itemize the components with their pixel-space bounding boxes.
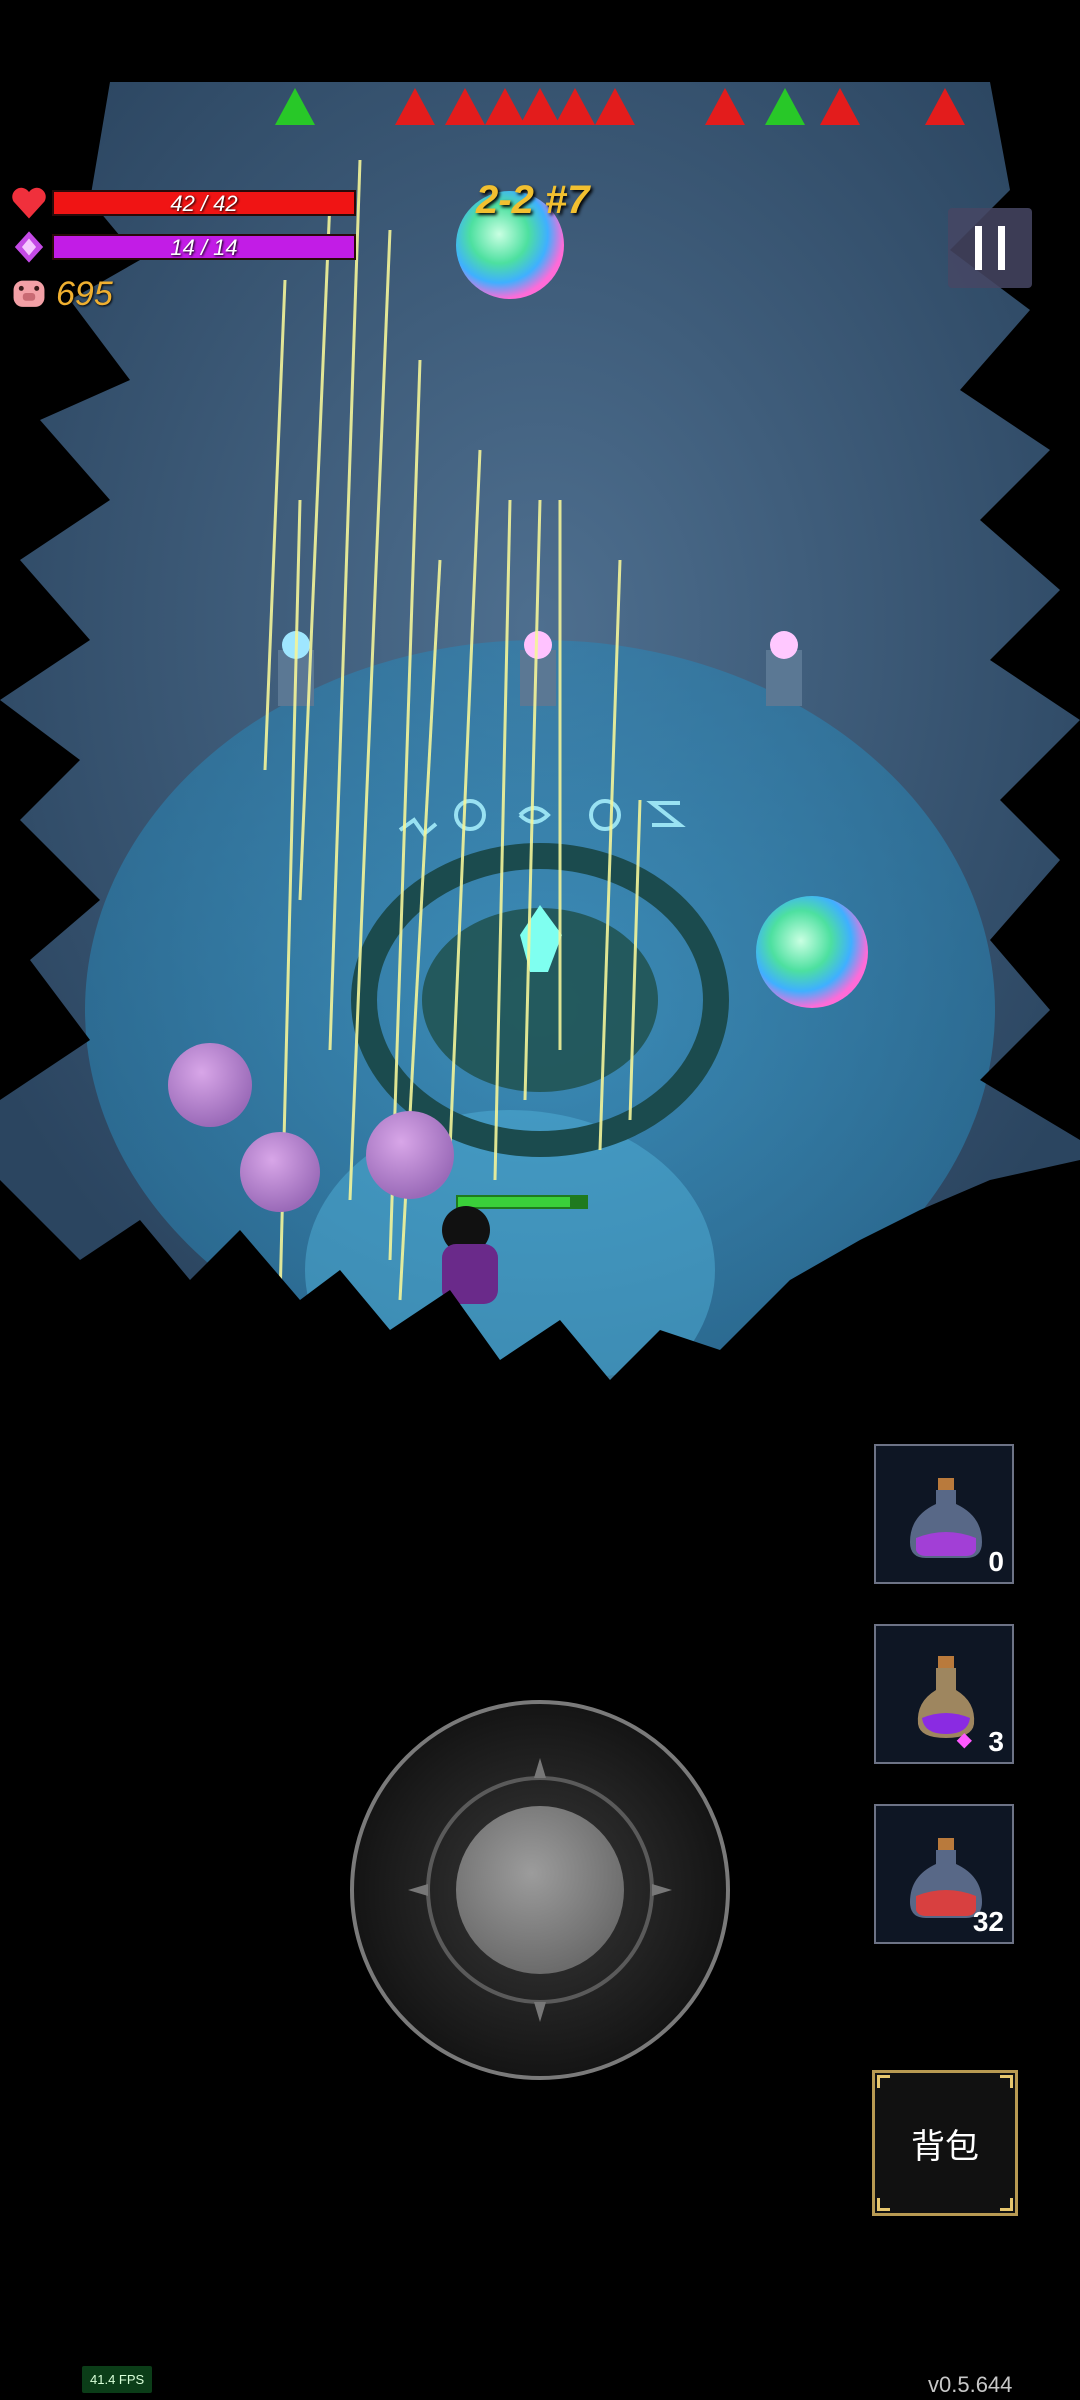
pause-icon-right-bar [998, 226, 1005, 270]
stage-label: 2-2 #7 [476, 178, 590, 222]
pause-button[interactable] [948, 208, 1032, 288]
bag-button[interactable]: 背包 [872, 2070, 1018, 2216]
quick-slot-gem-potion[interactable]: ◆ 3 [874, 1624, 1014, 1764]
heart-icon [12, 187, 46, 219]
health-text: 42 / 42 [170, 191, 238, 216]
bag-button-corner [1000, 2075, 1013, 2088]
coin-count: 695 [56, 275, 113, 313]
mana-bar: 14 / 14 [52, 234, 356, 260]
joystick-knob[interactable] [456, 1806, 624, 1974]
quick-slot-count: 32 [972, 1906, 1004, 1937]
version-label: v0.5.644 [928, 2372, 1013, 2397]
mana-gem-icon: ◆ [956, 1729, 972, 1751]
quick-slot-purple-potion[interactable]: 0 [874, 1444, 1014, 1584]
pig-coin-icon [13, 280, 45, 307]
quick-slot-red-potion[interactable]: 32 [874, 1804, 1014, 1944]
mana-gem-icon [14, 231, 44, 263]
virtual-joystick[interactable] [348, 1698, 732, 2082]
fps-counter: 41.4 FPS [82, 2366, 153, 2393]
bag-button-corner [1000, 2198, 1013, 2211]
bag-button-label: 背包 [911, 2127, 979, 2166]
mana-text: 14 / 14 [170, 235, 238, 260]
bag-button-corner [877, 2198, 890, 2211]
quick-slot-count: 3 [988, 1726, 1004, 1757]
quick-slot-count: 0 [988, 1546, 1004, 1577]
bag-button-corner [877, 2075, 890, 2088]
health-bar: 42 / 42 [52, 190, 356, 216]
pause-icon-left-bar [975, 226, 982, 270]
